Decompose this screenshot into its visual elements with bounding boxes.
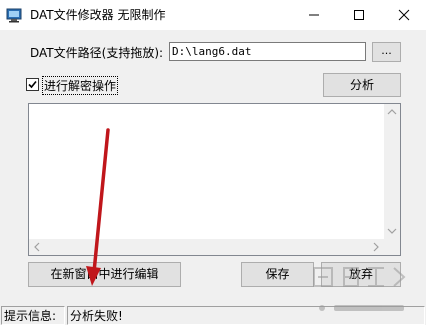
status-bar: 提示信息: 分析失败!: [0, 306, 426, 325]
maximize-button[interactable]: [336, 0, 381, 30]
save-button[interactable]: 保存: [241, 262, 314, 287]
close-button[interactable]: [381, 0, 426, 30]
horizontal-scrollbar[interactable]: [29, 239, 384, 255]
minimize-button[interactable]: [291, 0, 336, 30]
minimize-icon: [308, 14, 319, 16]
browse-button[interactable]: ...: [372, 42, 401, 62]
scroll-down-icon[interactable]: [384, 223, 400, 239]
scroll-left-icon[interactable]: [29, 239, 45, 255]
status-label: 提示信息:: [1, 306, 65, 325]
analyze-button[interactable]: 分析: [323, 73, 401, 97]
content-textarea[interactable]: [28, 103, 401, 256]
status-message: 分析失败!: [67, 306, 425, 325]
scroll-corner: [384, 239, 400, 255]
edit-in-new-window-button[interactable]: 在新窗口中进行编辑: [28, 262, 181, 287]
check-icon: [28, 80, 37, 89]
app-icon: [6, 8, 22, 23]
window-title: DAT文件修改器 无限制作: [30, 8, 166, 22]
path-label: DAT文件路径(支持拖放):: [30, 46, 164, 60]
discard-button[interactable]: 放弃: [321, 262, 401, 287]
vertical-scrollbar[interactable]: [384, 104, 400, 239]
scroll-right-icon[interactable]: [368, 239, 384, 255]
path-input[interactable]: [169, 42, 366, 61]
decrypt-label[interactable]: 进行解密操作: [41, 76, 119, 95]
scroll-up-icon[interactable]: [384, 104, 400, 120]
title-bar: DAT文件修改器 无限制作: [0, 0, 426, 30]
close-icon: [398, 9, 409, 21]
decrypt-checkbox[interactable]: [26, 78, 39, 91]
maximize-icon: [353, 10, 364, 20]
